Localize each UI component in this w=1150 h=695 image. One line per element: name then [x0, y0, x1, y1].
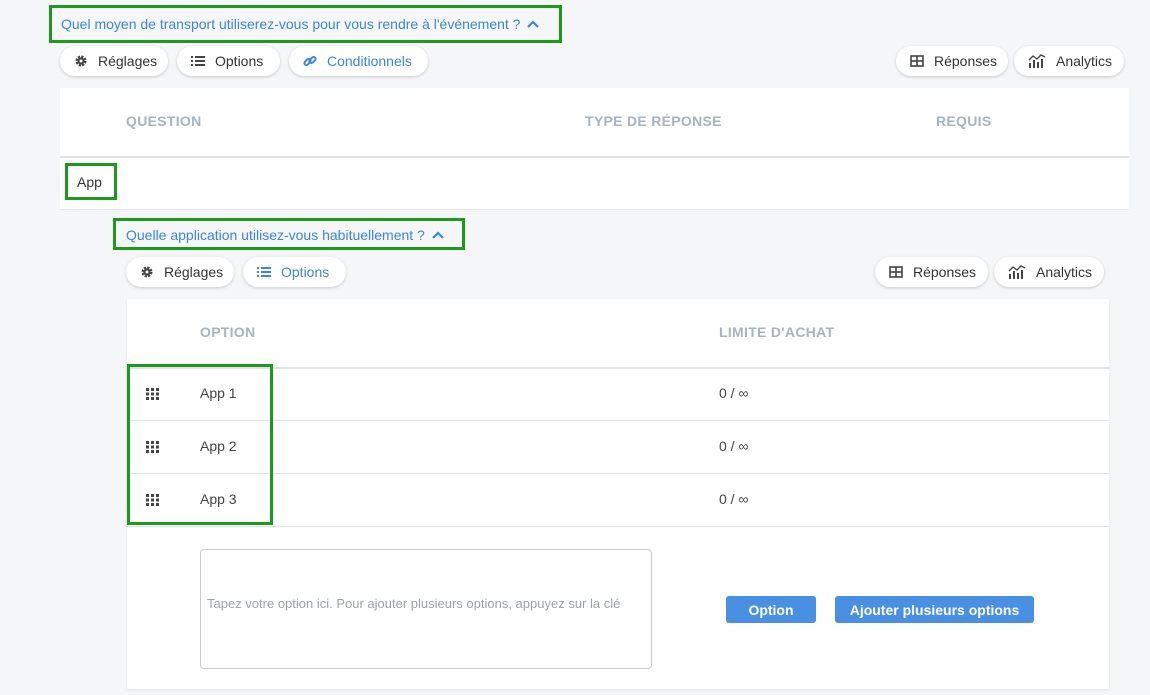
table-icon [889, 266, 903, 278]
conditionals-button[interactable]: Conditionnels [289, 46, 428, 76]
column-header-required: REQUIS [936, 113, 992, 129]
gear-icon [141, 266, 153, 278]
sub-options-label: Options [281, 264, 330, 280]
column-header-limit: LIMITE D'ACHAT [719, 324, 835, 340]
table-row[interactable] [127, 421, 1109, 473]
option-row-label: App [77, 174, 102, 190]
sub-responses-label: Réponses [913, 264, 977, 280]
link-icon [303, 55, 317, 67]
options-button[interactable]: Options [177, 46, 280, 76]
add-option-button[interactable]: Option [726, 596, 816, 623]
options-rows-highlight [127, 364, 273, 525]
settings-label: Réglages [98, 53, 158, 69]
column-header-option: OPTION [200, 324, 256, 340]
settings-button[interactable]: Réglages [60, 46, 168, 76]
column-header-type: TYPE DE RÉPONSE [585, 113, 722, 129]
sub-options-button[interactable]: Options [243, 257, 346, 287]
question-title: Quel moyen de transport utiliserez-vous … [61, 16, 521, 32]
table-row[interactable] [127, 369, 1109, 420]
sub-settings-label: Réglages [164, 264, 224, 280]
sub-question-title-toggle[interactable]: Quelle application utilisez-vous habitue… [126, 226, 445, 244]
option-input[interactable] [200, 549, 652, 669]
column-header-question: QUESTION [126, 113, 202, 129]
chevron-up-icon [526, 17, 540, 31]
sub-analytics-label: Analytics [1036, 264, 1093, 280]
conditionals-label: Conditionnels [327, 53, 412, 69]
sub-settings-button[interactable]: Réglages [126, 257, 234, 287]
list-icon [257, 267, 271, 277]
analytics-label: Analytics [1056, 53, 1113, 69]
question-title-toggle[interactable]: Quel moyen de transport utiliserez-vous … [61, 15, 540, 33]
responses-label: Réponses [934, 53, 998, 69]
responses-button[interactable]: Réponses [896, 46, 1008, 76]
table-icon [910, 55, 924, 67]
row-limit-value: 0 / ∞ [719, 438, 749, 454]
analytics-icon [1028, 54, 1046, 68]
sub-responses-button[interactable]: Réponses [875, 257, 988, 287]
analytics-button[interactable]: Analytics [1014, 46, 1124, 76]
sub-question-title: Quelle application utilisez-vous habitue… [126, 227, 425, 243]
divider [127, 526, 1109, 527]
sub-analytics-button[interactable]: Analytics [994, 257, 1104, 287]
table-row[interactable] [127, 474, 1109, 526]
gear-icon [75, 55, 87, 67]
list-icon [191, 56, 205, 66]
row-limit-value: 0 / ∞ [719, 385, 749, 401]
row-limit-value: 0 / ∞ [719, 491, 749, 507]
add-multiple-options-button[interactable]: Ajouter plusieurs options [835, 596, 1034, 623]
options-label: Options [215, 53, 264, 69]
analytics-icon [1008, 265, 1026, 279]
option-row[interactable] [60, 158, 1129, 209]
chevron-up-icon [431, 228, 445, 242]
